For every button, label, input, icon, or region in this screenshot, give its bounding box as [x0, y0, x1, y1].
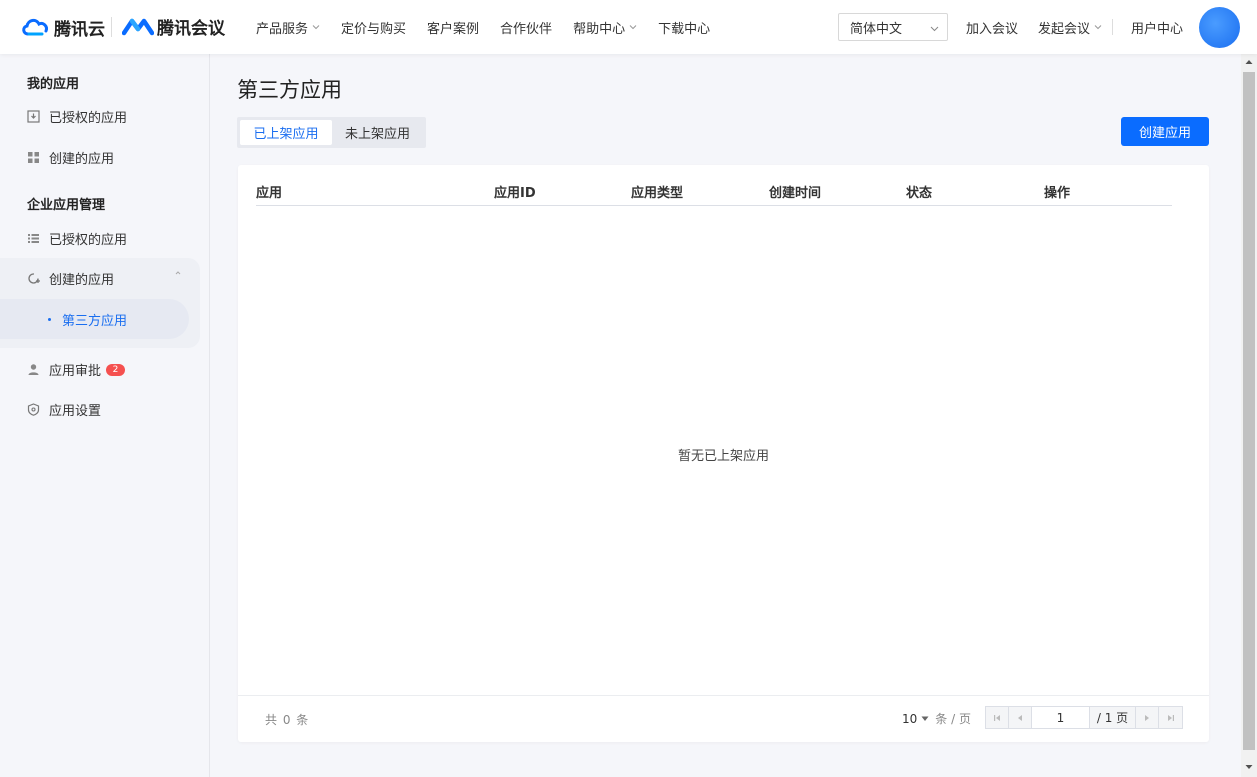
scrollbar-thumb[interactable]	[1243, 72, 1255, 750]
first-page-button[interactable]	[986, 707, 1009, 728]
chevron-right-icon	[1145, 714, 1149, 721]
column-header-actions: 操作	[1044, 186, 1071, 201]
shield-icon	[27, 403, 40, 416]
first-page-icon	[994, 714, 1000, 721]
nav-label: 产品服务	[256, 21, 309, 37]
sidebar-item-enterprise-authorized-apps[interactable]: 已授权的应用	[27, 229, 127, 248]
scroll-up-arrow-icon[interactable]	[1245, 59, 1253, 65]
sidebar-item-label: 已授权的应用	[49, 233, 128, 248]
caret-down-icon	[921, 716, 929, 721]
start-meeting-label: 发起会议	[1038, 21, 1091, 37]
chevron-up-icon[interactable]	[174, 269, 182, 277]
tab-listed-apps[interactable]: 已上架应用	[240, 120, 332, 145]
column-header-app-type: 应用类型	[631, 186, 684, 201]
tencent-cloud-logo[interactable]: 腾讯云	[20, 14, 105, 40]
prev-page-button[interactable]	[1009, 707, 1032, 728]
create-app-button[interactable]: 创建应用	[1121, 117, 1209, 146]
language-select[interactable]: 简体中文	[838, 13, 948, 41]
tab-unlisted-apps[interactable]: 未上架应用	[332, 120, 423, 145]
list-icon	[28, 234, 39, 243]
grid-icon	[28, 152, 39, 163]
page-size-select[interactable]: 10 条 / 页	[902, 710, 971, 727]
page-scrollbar[interactable]	[1241, 54, 1257, 777]
sidebar-item-label: 创建的应用	[49, 152, 115, 167]
tencent-cloud-icon	[22, 18, 48, 36]
nav-label: 下载中心	[658, 21, 711, 37]
sidebar-item-label: 应用设置	[49, 404, 102, 419]
brand-cloud-text: 腾讯云	[54, 19, 105, 40]
enterprise-apps-heading: 企业应用管理	[27, 198, 106, 213]
page-number-input[interactable]	[1032, 707, 1090, 728]
tencent-meeting-logo[interactable]: 腾讯会议	[122, 14, 225, 39]
scroll-down-arrow-icon[interactable]	[1245, 764, 1253, 770]
nav-item-partners[interactable]: 合作伙伴	[500, 18, 552, 37]
join-meeting-label: 加入会议	[966, 21, 1019, 37]
last-page-button[interactable]	[1159, 707, 1182, 728]
nav-item-products[interactable]: 产品服务	[256, 18, 320, 37]
refresh-plus-icon	[28, 273, 40, 284]
chevron-down-icon	[629, 25, 637, 30]
page-size-value: 10	[902, 711, 918, 726]
language-value: 简体中文	[850, 21, 903, 37]
column-header-status: 状态	[906, 186, 933, 201]
chevron-down-icon	[930, 26, 939, 32]
nav-label: 帮助中心	[573, 21, 626, 37]
start-meeting-menu[interactable]: 发起会议	[1038, 0, 1102, 54]
sidebar-item-my-authorized-apps[interactable]: 已授权的应用	[27, 107, 127, 126]
sidebar-item-label: 应用审批	[49, 364, 102, 379]
table-header: 应用 应用ID 应用类型 创建时间 状态 操作	[256, 165, 1172, 206]
pagination-bar: 共 0 条 10 条 / 页 / 1 页	[238, 695, 1209, 742]
listing-status-tabs: 已上架应用 未上架应用	[237, 117, 426, 148]
nav-label: 定价与购买	[341, 21, 407, 37]
apps-table-panel: 应用 应用ID 应用类型 创建时间 状态 操作 暂无已上架应用 共 0 条 10…	[238, 165, 1209, 742]
user-center-link[interactable]: 用户中心	[1131, 0, 1183, 54]
user-avatar[interactable]	[1199, 7, 1240, 48]
sidebar-item-label: 已授权的应用	[49, 111, 128, 126]
nav-item-pricing[interactable]: 定价与购买	[341, 18, 406, 37]
header-divider	[1112, 19, 1113, 35]
user-center-label: 用户中心	[1131, 21, 1184, 37]
bullet-dot	[48, 317, 51, 321]
logo-divider	[111, 17, 112, 37]
nav-label: 客户案例	[427, 21, 480, 37]
pager: / 1 页	[985, 706, 1183, 729]
brand-meeting-text: 腾讯会议	[157, 19, 225, 39]
tencent-meeting-icon	[122, 18, 154, 35]
next-page-button[interactable]	[1136, 707, 1159, 728]
my-apps-heading: 我的应用	[27, 77, 80, 92]
top-header: 腾讯云 腾讯会议 产品服务 定价与购买 客户案例 合作伙伴 帮助中心 下载中心	[0, 0, 1257, 54]
chevron-down-icon	[1094, 25, 1102, 30]
column-header-app: 应用	[256, 186, 283, 201]
user-icon	[28, 364, 39, 375]
sidebar-subitem-third-party-apps[interactable]: 第三方应用	[0, 299, 189, 339]
column-header-created-time: 创建时间	[769, 186, 822, 201]
sidebar: 我的应用 已授权的应用 创建的应用 企业应用管理 已授权的应用 创建的应用 第三…	[0, 54, 210, 777]
sidebar-subitem-label: 第三方应用	[62, 313, 128, 329]
nav-label: 合作伙伴	[500, 21, 553, 37]
sidebar-item-app-approval[interactable]: 应用审批 2	[27, 360, 126, 379]
join-meeting-link[interactable]: 加入会议	[966, 0, 1018, 54]
sidebar-item-label: 创建的应用	[49, 273, 115, 288]
main-nav: 产品服务 定价与购买 客户案例 合作伙伴 帮助中心 下载中心	[256, 0, 731, 54]
nav-item-cases[interactable]: 客户案例	[427, 18, 479, 37]
download-box-icon	[27, 110, 40, 123]
chevron-left-icon	[1018, 714, 1022, 721]
last-page-icon	[1167, 714, 1174, 721]
column-header-app-id: 应用ID	[494, 186, 536, 201]
nav-item-help[interactable]: 帮助中心	[573, 18, 637, 37]
page-title: 第三方应用	[237, 78, 342, 102]
sidebar-item-enterprise-created-apps[interactable]: 创建的应用	[27, 269, 114, 288]
total-pages: / 1 页	[1090, 707, 1136, 728]
sidebar-item-app-settings[interactable]: 应用设置	[27, 400, 101, 419]
empty-state-text: 暂无已上架应用	[677, 449, 769, 464]
sidebar-item-my-created-apps[interactable]: 创建的应用	[27, 148, 114, 167]
chevron-down-icon	[312, 25, 320, 30]
nav-item-download[interactable]: 下载中心	[658, 18, 710, 37]
total-count: 共 0 条	[265, 713, 310, 727]
approval-count-badge: 2	[106, 363, 126, 376]
page-size-unit: 条 / 页	[935, 712, 971, 726]
